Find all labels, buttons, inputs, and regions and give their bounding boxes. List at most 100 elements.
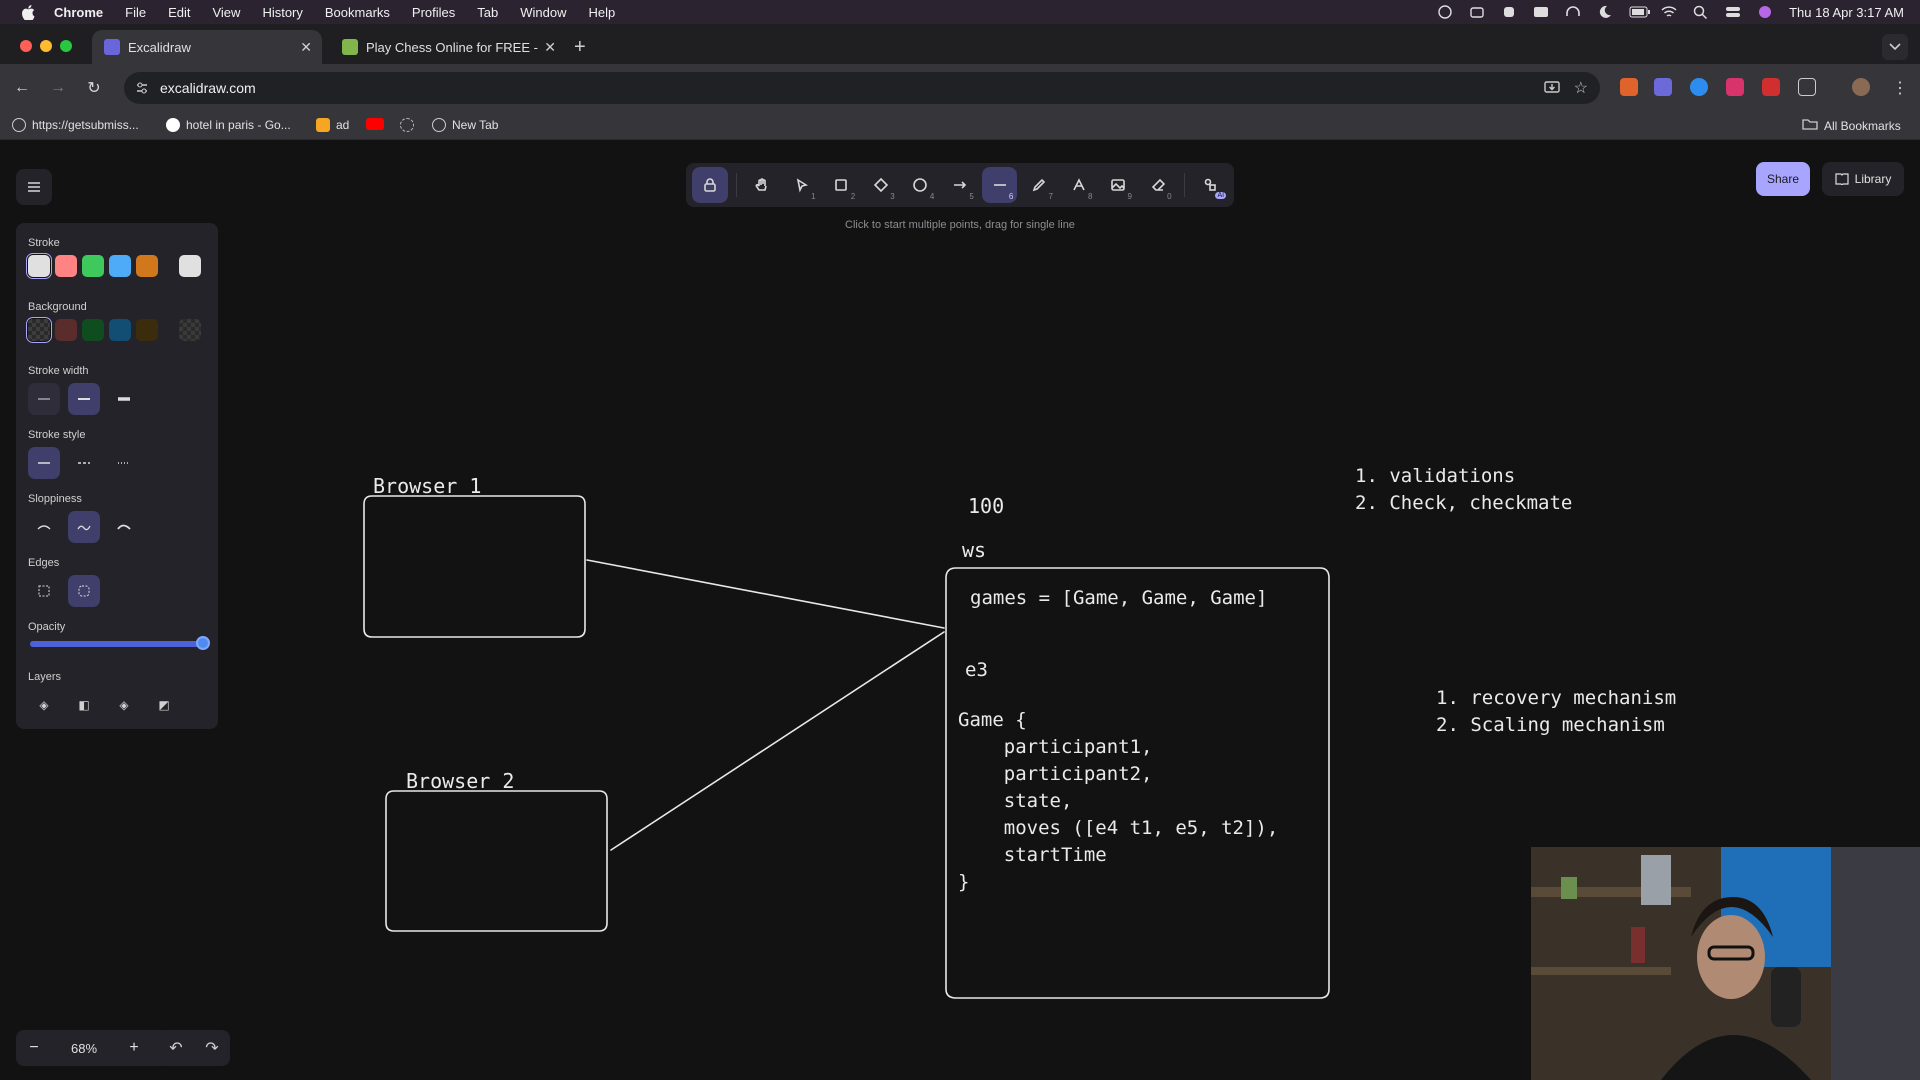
moon-icon[interactable]: [1597, 5, 1613, 19]
stroke-swatch-green[interactable]: [82, 255, 104, 277]
menu-bookmarks[interactable]: Bookmarks: [325, 5, 390, 20]
browser-menu-kebab-icon[interactable]: ⋮: [1890, 78, 1910, 98]
menu-history[interactable]: History: [262, 5, 302, 20]
undo-icon[interactable]: ↶: [169, 1038, 182, 1058]
notes-validations-text[interactable]: 1. validations 2. Check, checkmate: [1355, 463, 1572, 517]
opacity-slider-thumb[interactable]: [196, 636, 210, 650]
background-current-color[interactable]: [179, 319, 201, 341]
bookmark-settings[interactable]: [400, 118, 414, 132]
menu-view[interactable]: View: [212, 5, 240, 20]
tray-display-icon[interactable]: [1533, 5, 1549, 19]
stroke-swatch-blue[interactable]: [109, 255, 131, 277]
extension-metamask-icon[interactable]: [1620, 78, 1638, 96]
tray-app2-icon[interactable]: [1501, 5, 1517, 19]
zoom-reset-value[interactable]: 68%: [52, 1041, 116, 1056]
extension-4-icon[interactable]: [1726, 78, 1744, 96]
reload-icon[interactable]: ↻: [84, 78, 104, 98]
address-bar[interactable]: excalidraw.com ☆: [124, 72, 1600, 104]
stroke-swatch-white[interactable]: [28, 255, 50, 277]
profile-avatar[interactable]: [1852, 78, 1870, 96]
stroke-width-extra-bold[interactable]: [108, 383, 140, 415]
zoom-out-button[interactable]: −: [16, 1039, 52, 1057]
menubar-clock[interactable]: Thu 18 Apr 3:17 AM: [1789, 5, 1904, 20]
background-swatch-transparent[interactable]: [28, 319, 50, 341]
extensions-puzzle-icon[interactable]: [1798, 78, 1816, 96]
window-close-button[interactable]: [20, 40, 32, 52]
background-swatch-orange[interactable]: [136, 319, 158, 341]
headphones-icon[interactable]: [1565, 5, 1581, 19]
extension-2-icon[interactable]: [1654, 78, 1672, 96]
share-button[interactable]: Share: [1756, 162, 1810, 196]
siri-icon[interactable]: [1757, 5, 1773, 19]
wifi-icon[interactable]: [1661, 5, 1677, 19]
tool-hand[interactable]: [745, 167, 781, 203]
zoom-in-button[interactable]: +: [116, 1039, 152, 1057]
battery-icon[interactable]: [1629, 5, 1651, 19]
forward-arrow-icon[interactable]: →: [48, 78, 68, 98]
tray-app-icon[interactable]: [1437, 5, 1453, 19]
stroke-width-bold[interactable]: [68, 383, 100, 415]
bookmark-new-tab[interactable]: New Tab: [432, 118, 498, 132]
bookmark-getsubmiss[interactable]: https://getsubmiss...: [12, 118, 139, 132]
stroke-swatch-orange[interactable]: [136, 255, 158, 277]
tab-close-icon[interactable]: ✕: [544, 39, 556, 56]
edges-sharp[interactable]: [28, 575, 60, 607]
game-struct-text[interactable]: Game { participant1, participant2, state…: [958, 707, 1278, 896]
games-array-text[interactable]: games = [Game, Game, Game]: [970, 585, 1267, 612]
tool-rectangle[interactable]: 2: [824, 167, 860, 203]
extension-5-icon[interactable]: [1762, 78, 1780, 96]
sloppiness-architect[interactable]: [28, 511, 60, 543]
menu-file[interactable]: File: [125, 5, 146, 20]
stroke-style-dashed[interactable]: [68, 447, 100, 479]
bookmark-hotel-paris[interactable]: hotel in paris - Go...: [166, 118, 291, 132]
tab-chess[interactable]: Play Chess Online for FREE - ✕: [330, 30, 566, 64]
bring-forward-icon[interactable]: ◈: [108, 689, 140, 721]
tool-diamond[interactable]: 3: [863, 167, 899, 203]
opacity-slider[interactable]: [30, 641, 204, 647]
stroke-style-solid[interactable]: [28, 447, 60, 479]
background-swatch-green[interactable]: [82, 319, 104, 341]
menu-profiles[interactable]: Profiles: [412, 5, 455, 20]
window-zoom-button[interactable]: [60, 40, 72, 52]
install-app-icon[interactable]: [1544, 80, 1560, 99]
menu-window[interactable]: Window: [520, 5, 566, 20]
excalidraw-canvas[interactable]: Browser 1 Browser 2 100 ws games = [Game…: [0, 141, 1920, 1080]
site-info-icon[interactable]: [134, 80, 150, 96]
browser1-label[interactable]: Browser 1: [373, 473, 481, 500]
tab-close-icon[interactable]: ✕: [300, 39, 312, 56]
extension-3-icon[interactable]: [1690, 78, 1708, 96]
tray-vpn-icon[interactable]: [1469, 5, 1485, 19]
spotlight-search-icon[interactable]: [1693, 5, 1709, 20]
tool-line[interactable]: 6: [981, 167, 1018, 203]
count-label[interactable]: 100: [968, 493, 1004, 520]
stroke-swatch-red[interactable]: [55, 255, 77, 277]
background-swatch-red[interactable]: [55, 319, 77, 341]
notes-recovery-text[interactable]: 1. recovery mechanism 2. Scaling mechani…: [1436, 685, 1676, 739]
tool-more-ai[interactable]: AI: [1193, 167, 1229, 203]
tool-lock[interactable]: [692, 167, 728, 203]
tool-selection[interactable]: 1: [784, 167, 820, 203]
main-menu-button[interactable]: [16, 169, 52, 205]
tool-eraser[interactable]: 0: [1140, 167, 1176, 203]
back-arrow-icon[interactable]: ←: [12, 78, 32, 98]
new-tab-plus-icon[interactable]: +: [574, 36, 586, 59]
stroke-current-color[interactable]: [179, 255, 201, 277]
send-backward-icon[interactable]: ◧: [68, 689, 100, 721]
bookmark-youtube[interactable]: [366, 118, 384, 130]
background-swatch-blue[interactable]: [109, 319, 131, 341]
tab-excalidraw[interactable]: Excalidraw ✕: [92, 30, 322, 64]
apple-icon[interactable]: [20, 4, 36, 20]
stroke-width-thin[interactable]: [28, 383, 60, 415]
sloppiness-artist[interactable]: [68, 511, 100, 543]
all-bookmarks-folder[interactable]: All Bookmarks: [1802, 118, 1901, 133]
sloppiness-cartoonist[interactable]: [108, 511, 140, 543]
e3-label[interactable]: e3: [965, 657, 988, 684]
send-to-back-icon[interactable]: ◈: [28, 689, 60, 721]
menu-edit[interactable]: Edit: [168, 5, 190, 20]
tool-image[interactable]: 9: [1100, 167, 1136, 203]
url-text[interactable]: excalidraw.com: [160, 80, 256, 96]
redo-icon[interactable]: ↷: [205, 1038, 218, 1058]
menu-tab[interactable]: Tab: [477, 5, 498, 20]
window-minimize-button[interactable]: [40, 40, 52, 52]
stroke-style-dotted[interactable]: [108, 447, 140, 479]
